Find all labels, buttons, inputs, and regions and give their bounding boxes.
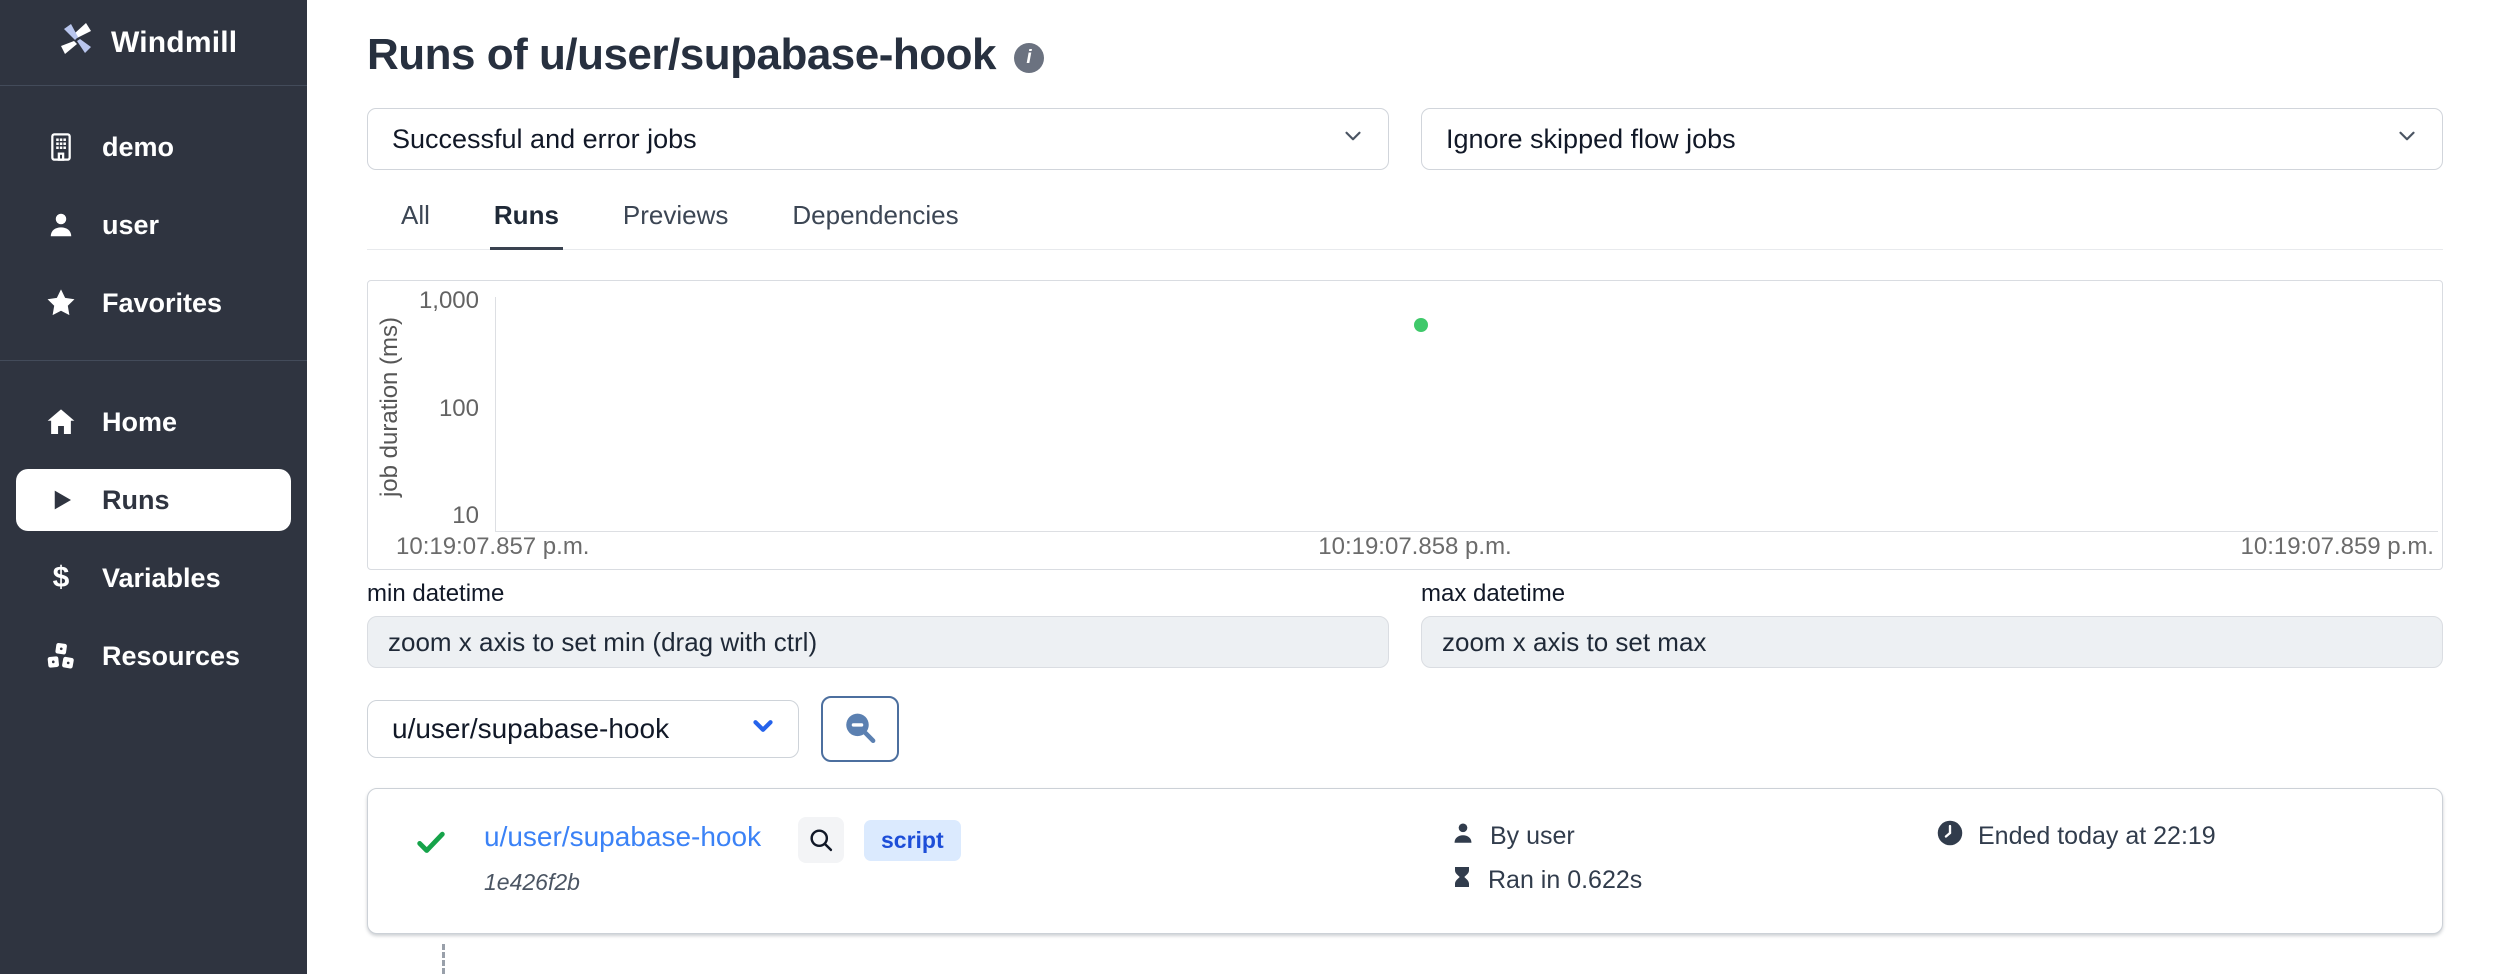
user-icon — [1450, 819, 1476, 854]
max-datetime-label: max datetime — [1421, 580, 2443, 608]
job-filters-row: Successful and error jobs Ignore skipped… — [367, 108, 2443, 170]
max-datetime-col: max datetime — [1421, 580, 2443, 668]
x-tick: 10:19:07.857 p.m. — [396, 533, 589, 561]
sidebar-item-label: Favorites — [102, 288, 222, 319]
page-title: Runs of u/user/supabase-hook — [367, 30, 996, 80]
sidebar-item-workspace[interactable]: demo — [0, 108, 307, 186]
min-datetime-label: min datetime — [367, 580, 1389, 608]
sidebar-item-label: Home — [102, 407, 177, 438]
script-path-select[interactable]: u/user/supabase-hook — [367, 700, 799, 758]
run-by-meta: By user — [1450, 819, 1575, 854]
brand-name: Windmill — [111, 26, 237, 60]
min-datetime-col: min datetime — [367, 580, 1389, 668]
duration-chart[interactable]: job duration (ms) 1,000 100 10 10:19:07.… — [367, 280, 2443, 570]
search-minus-icon — [840, 708, 880, 751]
hourglass-icon — [1450, 863, 1474, 898]
run-duration-meta: Ran in 0.622s — [1450, 863, 1642, 898]
kind-tabs: All Runs Previews Dependencies — [367, 190, 2443, 250]
sidebar-item-variables[interactable]: $ Variables — [0, 539, 307, 617]
x-tick: 10:19:07.858 p.m. — [1318, 533, 1511, 561]
check-icon — [414, 825, 448, 864]
timeline-dashed-connector — [442, 944, 445, 974]
datetime-filters-row: min datetime max datetime — [367, 580, 2443, 668]
run-search-button[interactable] — [798, 817, 844, 863]
windmill-runs-page: Windmill demo — [0, 0, 2500, 974]
sidebar-item-runs[interactable]: Runs — [16, 469, 291, 531]
flow-jobs-select[interactable]: Ignore skipped flow jobs — [1421, 108, 2443, 170]
run-list-item[interactable]: u/user/supabase-hook script 1e426f2b By … — [367, 788, 2443, 934]
y-axis-label: job duration (ms) — [376, 317, 404, 497]
run-ended-meta: Ended today at 22:19 — [1936, 819, 2216, 854]
min-datetime-input[interactable] — [367, 616, 1389, 668]
run-kind-badge: script — [864, 820, 961, 861]
path-filter-row: u/user/supabase-hook — [367, 696, 2443, 762]
chevron-down-icon — [1340, 123, 1366, 156]
sidebar-item-label: Runs — [102, 485, 170, 516]
max-datetime-input[interactable] — [1421, 616, 2443, 668]
sidebar-item-label: user — [102, 210, 159, 241]
sidebar-item-resources[interactable]: Resources — [0, 617, 307, 695]
building-icon — [44, 130, 78, 164]
brand-header[interactable]: Windmill — [0, 0, 307, 86]
star-icon — [44, 287, 78, 319]
sidebar-item-home[interactable]: Home — [0, 383, 307, 461]
sidebar: Windmill demo — [0, 0, 307, 974]
sidebar-item-user[interactable]: user — [0, 186, 307, 264]
y-tick: 10 — [452, 502, 479, 530]
job-status-select-value: Successful and error jobs — [392, 124, 697, 155]
sidebar-item-favorites[interactable]: Favorites — [0, 264, 307, 342]
chevron-down-icon — [2394, 123, 2420, 156]
cubes-icon — [44, 640, 78, 672]
run-duration-text: Ran in 0.622s — [1488, 866, 1642, 895]
main-content: Runs of u/user/supabase-hook i Successfu… — [307, 0, 2500, 974]
dollar-icon: $ — [44, 563, 78, 593]
x-axis-line — [495, 531, 2438, 532]
y-tick: 1,000 — [419, 287, 479, 315]
run-id: 1e426f2b — [484, 869, 580, 896]
windmill-logo-icon — [55, 19, 97, 66]
home-icon — [44, 406, 78, 438]
chevron-down-icon — [748, 711, 778, 748]
tab-previews[interactable]: Previews — [619, 190, 732, 250]
sidebar-item-label: demo — [102, 132, 174, 163]
search-minus-button[interactable] — [821, 696, 899, 762]
nav-section: Home Runs $ Variables — [0, 361, 307, 713]
sidebar-item-label: Resources — [102, 641, 240, 672]
sidebar-item-label: Variables — [102, 563, 221, 594]
workspace-section: demo user Favorites — [0, 86, 307, 361]
job-status-select[interactable]: Successful and error jobs — [367, 108, 1389, 170]
info-icon[interactable]: i — [1014, 43, 1044, 73]
y-axis-line — [495, 297, 496, 532]
script-path-value: u/user/supabase-hook — [392, 713, 669, 745]
play-icon — [44, 485, 78, 515]
user-icon — [44, 209, 78, 241]
x-tick: 10:19:07.859 p.m. — [2241, 533, 2434, 561]
tab-all[interactable]: All — [397, 190, 434, 250]
run-data-point[interactable] — [1414, 318, 1428, 332]
y-tick: 100 — [439, 395, 479, 423]
flow-jobs-select-value: Ignore skipped flow jobs — [1446, 124, 1736, 155]
tab-dependencies[interactable]: Dependencies — [788, 190, 962, 250]
run-ended-text: Ended today at 22:19 — [1978, 822, 2216, 851]
tab-runs[interactable]: Runs — [490, 190, 563, 250]
x-axis-ticks: 10:19:07.857 p.m. 10:19:07.858 p.m. 10:1… — [396, 533, 2434, 561]
y-axis-label-wrap: job duration (ms) — [368, 281, 412, 533]
run-by-text: By user — [1490, 822, 1575, 851]
clock-icon — [1936, 819, 1964, 854]
title-row: Runs of u/user/supabase-hook i — [367, 30, 2443, 80]
run-path-link[interactable]: u/user/supabase-hook — [484, 821, 761, 853]
